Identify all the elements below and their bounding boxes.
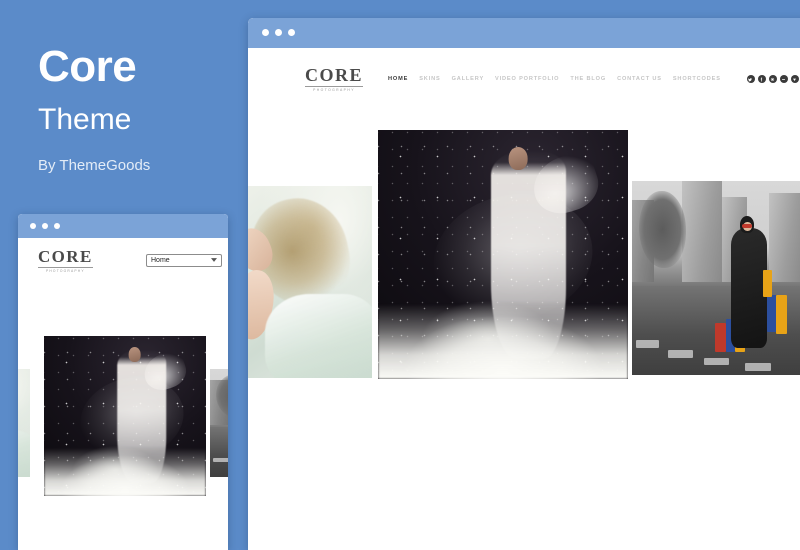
tablet-titlebar [18,214,228,238]
tablet-logo-tagline: PHOTOGRAPHY [45,269,85,274]
window-dot-close[interactable] [262,29,269,36]
nav-item-home[interactable]: HOME [388,76,408,82]
logo-divider [305,85,364,87]
window-dot-maximize[interactable] [288,29,295,36]
tablet-browser-window: CORE PHOTOGRAPHY Home [18,214,228,550]
tablet-gallery-reflection-fashion [44,496,206,550]
instagram-icon[interactable] [768,75,777,83]
nav-item-shortcodes[interactable]: SHORTCODES [673,76,721,82]
facebook-icon[interactable] [757,75,766,83]
page-title: Core [38,42,137,91]
gallery-image-fashion-dark[interactable] [378,130,628,379]
tablet-site-logo[interactable]: CORE PHOTOGRAPHY [38,248,93,273]
tablet-window-dot-minimize[interactable] [42,223,48,229]
tablet-window-control-dots [30,223,60,229]
window-control-dots [262,29,295,36]
desktop-page: CORE PHOTOGRAPHY HOME SKINS GALLERY VIDE… [248,48,800,550]
gallery-grid [248,110,800,550]
tablet-window-dot-close[interactable] [30,223,36,229]
twitter-icon[interactable] [746,75,755,83]
gallery-image-fashion-dark-photo [378,130,628,379]
page-subtitle: Theme [38,103,132,136]
logo-tagline: PHOTOGRAPHY [313,87,355,92]
gallery-reflection-fashion-dark [378,379,628,550]
gallery-image-fashion-dark[interactable] [44,336,206,496]
desktop-browser-window: CORE PHOTOGRAPHY HOME SKINS GALLERY VIDE… [248,18,800,550]
gallery-image-city-shopping[interactable] [210,369,228,477]
window-dot-minimize[interactable] [275,29,282,36]
mobile-menu-select-value: Home [151,257,170,264]
tablet-gallery-fashion-photo [44,336,206,496]
tablet-window-dot-maximize[interactable] [54,223,60,229]
flickr-icon[interactable] [779,75,788,83]
vimeo-icon[interactable] [790,75,799,83]
gallery-image-blonde-pastel[interactable] [248,186,372,378]
gallery-image-blonde-pastel-photo [248,186,372,378]
mobile-menu-select[interactable]: Home [146,254,222,267]
gallery-reflection-city-shopping [632,375,800,550]
chevron-down-icon [211,257,217,264]
tablet-gallery-city-photo [210,369,228,477]
gallery-reflection-blonde-pastel [248,378,372,550]
tablet-gallery-reflection-city [210,477,228,550]
social-links [746,75,799,83]
site-header: CORE PHOTOGRAPHY HOME SKINS GALLERY VIDE… [248,48,800,110]
nav-item-contact-us[interactable]: CONTACT US [617,76,662,82]
site-logo[interactable]: CORE PHOTOGRAPHY [305,64,364,92]
tablet-gallery-carousel [18,284,228,550]
nav-item-skins[interactable]: SKINS [419,76,440,82]
author-credit: By ThemeGoods [38,157,151,174]
gallery-image-blonde-pastel[interactable] [18,369,30,477]
main-navigation: HOME SKINS GALLERY VIDEO PORTFOLIO THE B… [388,76,721,82]
tablet-page: CORE PHOTOGRAPHY Home [18,238,228,550]
tablet-logo-wordmark: CORE [38,247,93,267]
gallery-image-city-shopping-photo [632,181,800,375]
nav-item-the-blog[interactable]: THE BLOG [570,76,606,82]
nav-item-video-portfolio[interactable]: VIDEO PORTFOLIO [495,76,559,82]
gallery-image-city-shopping[interactable] [632,181,800,375]
tablet-site-header: CORE PHOTOGRAPHY Home [18,238,228,284]
nav-item-gallery[interactable]: GALLERY [452,76,484,82]
logo-wordmark: CORE [305,64,364,85]
desktop-titlebar [248,18,800,48]
tablet-gallery-reflection-blonde [18,477,30,550]
tablet-logo-divider [38,267,93,269]
tablet-gallery-blonde-photo [18,369,30,477]
